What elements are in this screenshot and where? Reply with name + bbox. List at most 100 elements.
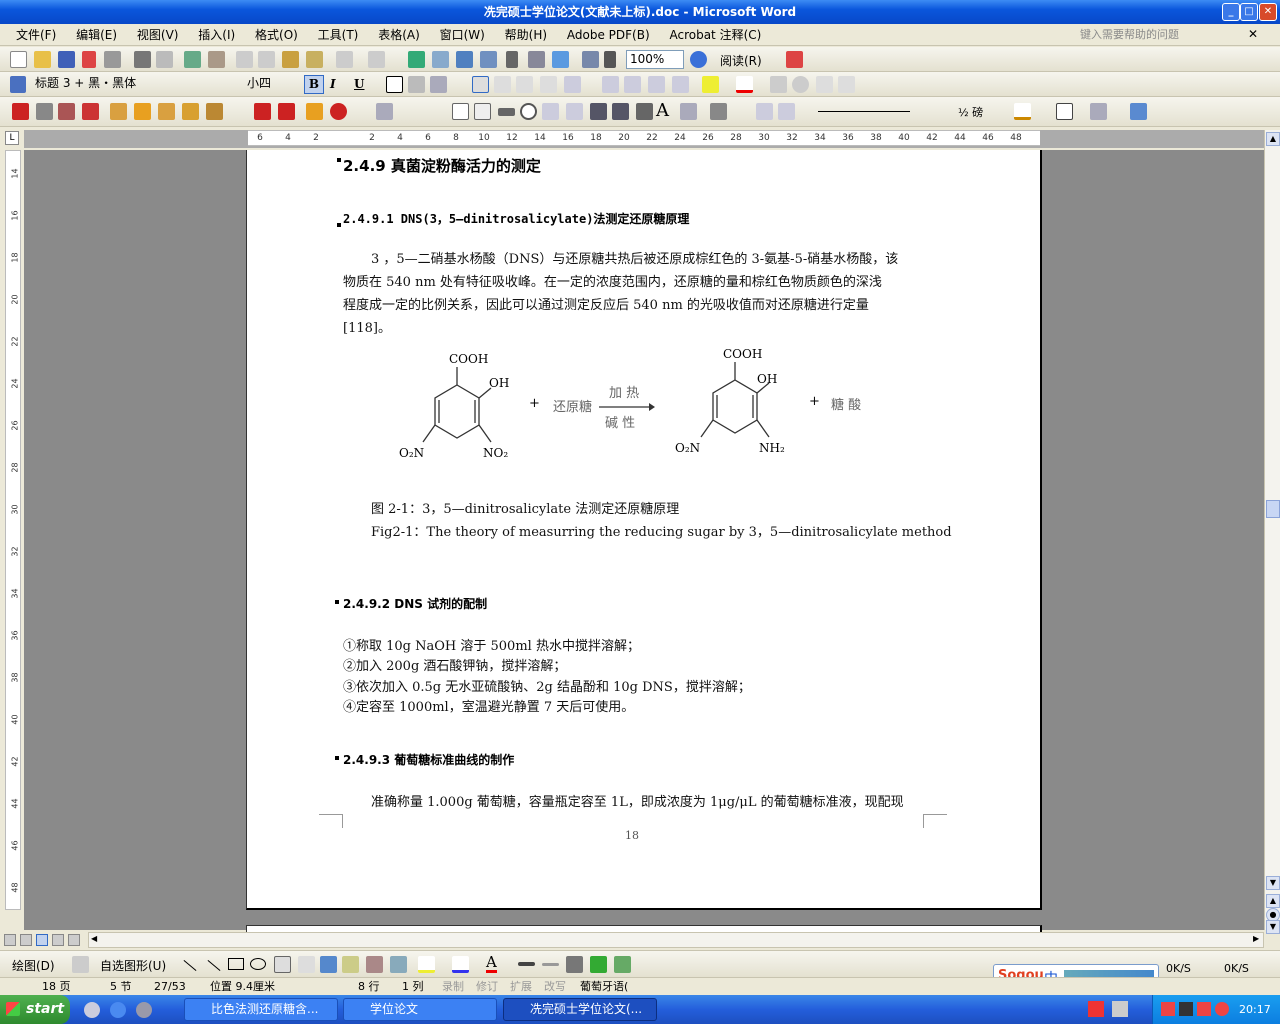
paragraph-line[interactable]: 准确称量 1.000g 葡萄糖，容量瓶定容至 1L，即成浓度为 1μg/μL 的… bbox=[371, 791, 904, 814]
heading-2-4-9[interactable]: 2.4.9 真菌淀粉酶活力的测定 bbox=[343, 155, 541, 176]
oval-icon[interactable] bbox=[250, 958, 266, 970]
char-shading-icon[interactable] bbox=[408, 76, 425, 93]
align-center-icon[interactable] bbox=[494, 76, 511, 93]
maximize-button[interactable]: □ bbox=[1240, 3, 1258, 21]
reading-view-icon[interactable] bbox=[68, 934, 80, 946]
text-field-icon[interactable] bbox=[474, 103, 491, 120]
line-spacing-icon[interactable] bbox=[564, 76, 581, 93]
option-button-icon[interactable] bbox=[520, 103, 537, 120]
wordart-icon[interactable] bbox=[320, 956, 337, 973]
paste-icon[interactable] bbox=[282, 51, 299, 68]
vertical-scrollbar[interactable]: ▲ ▼ ▲ ● ▼ bbox=[1264, 130, 1280, 934]
shadow-icon[interactable] bbox=[590, 956, 607, 973]
rectangle-icon[interactable] bbox=[228, 958, 244, 970]
step-line[interactable]: ③依次加入 0.5g 无水亚硫酸钠、2g 结晶酚和 10g DNS，搅拌溶解； bbox=[343, 678, 751, 698]
minimize-button[interactable]: _ bbox=[1222, 3, 1240, 21]
insert-excel-icon[interactable] bbox=[480, 51, 497, 68]
outline-view-icon[interactable] bbox=[52, 934, 64, 946]
document-map-icon[interactable] bbox=[552, 51, 569, 68]
highlight-icon[interactable] bbox=[702, 76, 719, 93]
dash-style-icon[interactable] bbox=[542, 963, 559, 966]
folder-icon[interactable] bbox=[110, 103, 127, 120]
reviewing-icon[interactable] bbox=[58, 103, 75, 120]
menu-tools[interactable]: 工具(T) bbox=[310, 24, 367, 46]
increase-indent-icon[interactable] bbox=[672, 76, 689, 93]
pilcrow-icon[interactable] bbox=[604, 51, 616, 68]
styles-pane-icon[interactable] bbox=[10, 76, 26, 93]
italic-button[interactable]: I bbox=[330, 77, 336, 91]
tab-selector[interactable]: L bbox=[5, 131, 19, 145]
superscript-icon[interactable] bbox=[816, 76, 833, 93]
line-icon[interactable] bbox=[183, 959, 197, 972]
line-color-icon[interactable] bbox=[452, 956, 469, 973]
fill-color-icon[interactable] bbox=[418, 956, 435, 973]
acrobat-icon[interactable] bbox=[786, 51, 803, 68]
tools-icon[interactable] bbox=[710, 103, 727, 120]
menu-view[interactable]: 视图(V) bbox=[129, 24, 187, 46]
next-page-button[interactable]: ▼ bbox=[1266, 920, 1280, 934]
print-view-icon[interactable] bbox=[36, 934, 48, 946]
endnote-icon[interactable] bbox=[12, 103, 29, 120]
decrease-indent-icon[interactable] bbox=[648, 76, 665, 93]
qq-icon[interactable] bbox=[1179, 1002, 1193, 1016]
image-icon[interactable] bbox=[680, 103, 697, 120]
numbering-icon[interactable] bbox=[602, 76, 619, 93]
subscript-icon[interactable] bbox=[838, 76, 855, 93]
redo-icon[interactable] bbox=[368, 51, 385, 68]
undo-icon[interactable] bbox=[336, 51, 353, 68]
permission-icon[interactable] bbox=[82, 51, 96, 68]
select-objects-icon[interactable] bbox=[72, 956, 89, 973]
drawing-icon[interactable] bbox=[528, 51, 545, 68]
quicklaunch-icon-2[interactable] bbox=[136, 1002, 152, 1018]
eraser-icon[interactable] bbox=[206, 103, 223, 120]
task-button[interactable]: 学位论文 bbox=[343, 998, 497, 1021]
menu-table[interactable]: 表格(A) bbox=[370, 24, 428, 46]
arrow-style-icon[interactable] bbox=[566, 956, 583, 973]
list-box-icon[interactable] bbox=[542, 103, 559, 120]
font-color-icon[interactable] bbox=[736, 76, 753, 93]
heading-2-4-9-2[interactable]: 2.4.9.2 DNS 试剂的配制 bbox=[343, 595, 487, 612]
spelling-icon[interactable] bbox=[184, 51, 201, 68]
comment-icon[interactable] bbox=[778, 103, 795, 120]
scroll-left-button[interactable]: ◀ bbox=[91, 934, 97, 943]
align-right-icon[interactable] bbox=[516, 76, 533, 93]
status-record[interactable]: 录制 bbox=[442, 978, 464, 996]
tray-icon[interactable] bbox=[1197, 1002, 1211, 1016]
dropdown-field-icon[interactable] bbox=[498, 108, 515, 116]
close-doc-icon[interactable]: ✕ bbox=[1248, 27, 1258, 41]
menu-help[interactable]: 帮助(H) bbox=[497, 24, 555, 46]
bullets-icon[interactable] bbox=[624, 76, 641, 93]
edit-icon[interactable] bbox=[756, 103, 773, 120]
print-icon[interactable] bbox=[134, 51, 151, 68]
web-view-icon[interactable] bbox=[20, 934, 32, 946]
users-icon[interactable] bbox=[278, 103, 295, 120]
bold-button[interactable]: B bbox=[304, 75, 324, 94]
vertical-textbox-icon[interactable] bbox=[298, 956, 315, 973]
new-doc-icon[interactable] bbox=[10, 51, 27, 68]
menu-window[interactable]: 窗口(W) bbox=[432, 24, 493, 46]
menu-edit[interactable]: 编辑(E) bbox=[68, 24, 125, 46]
step-line[interactable]: ④定容至 1000ml，室温避光静置 7 天后可使用。 bbox=[343, 698, 634, 718]
status-track[interactable]: 修订 bbox=[476, 978, 498, 996]
user-icon[interactable] bbox=[254, 103, 271, 120]
figure-caption-en[interactable]: Fig2-1：The theory of measurring the redu… bbox=[371, 521, 952, 544]
menu-file[interactable]: 文件(F) bbox=[0, 24, 64, 46]
font-size-select[interactable]: 小四 bbox=[244, 75, 296, 94]
frame-icon[interactable] bbox=[590, 103, 607, 120]
align-justify-icon[interactable] bbox=[472, 76, 489, 93]
quicklaunch-icon[interactable] bbox=[84, 1002, 100, 1018]
open-icon[interactable] bbox=[34, 51, 51, 68]
line-style-icon[interactable] bbox=[518, 962, 535, 966]
tables-borders-icon[interactable] bbox=[432, 51, 449, 68]
tray-icon[interactable] bbox=[1215, 1002, 1229, 1016]
forms-icon[interactable] bbox=[376, 103, 393, 120]
save-icon[interactable] bbox=[58, 51, 75, 68]
scroll-up-button[interactable]: ▲ bbox=[1266, 132, 1280, 146]
scroll-thumb[interactable] bbox=[1266, 500, 1280, 518]
line-style-icon[interactable] bbox=[818, 111, 910, 112]
underline-button[interactable]: U bbox=[354, 77, 364, 91]
char-border-icon[interactable] bbox=[386, 76, 403, 93]
help-circle-icon[interactable] bbox=[330, 103, 347, 120]
step-line[interactable]: ①称取 10g NaOH 溶于 500ml 热水中搅拌溶解； bbox=[343, 637, 640, 657]
picture-icon[interactable] bbox=[390, 956, 407, 973]
